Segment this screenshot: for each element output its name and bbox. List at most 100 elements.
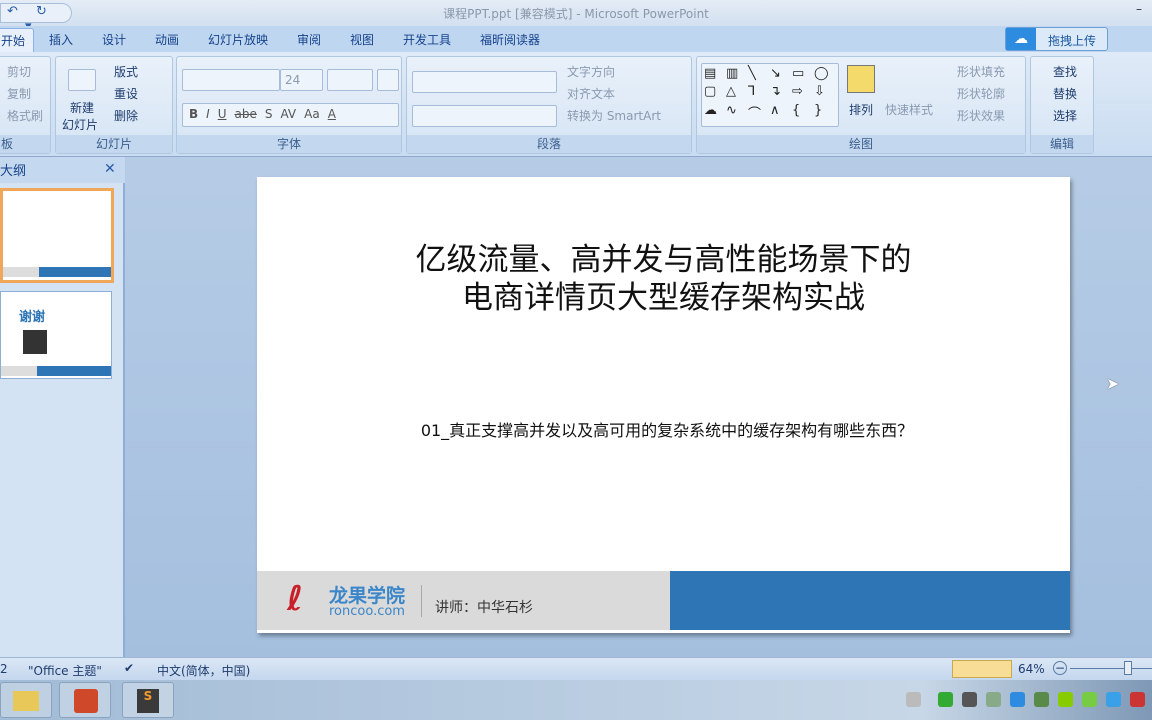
spacing-button[interactable]: AV xyxy=(280,107,296,123)
group-label: 段落 xyxy=(407,135,691,153)
spellcheck-icon[interactable]: ✔ xyxy=(124,661,134,675)
group-drawing: ▤ ▥ ╲ ↘ ▭ ◯ ▢ △ ⅂ ↴ ⇨ ⇩ ☁ ∿ ⌒ ∧{} 排列 快速样式 形状填充 形状轮廓 形状效… xyxy=(696,56,1026,154)
text-direction-button[interactable]: 文字方向 xyxy=(567,63,615,80)
taskbar-sublime[interactable]: S xyxy=(122,682,174,718)
zoom-slider-thumb[interactable] xyxy=(1123,661,1132,675)
tab-slideshow[interactable]: 幻灯片放映 xyxy=(208,31,268,48)
underline-button[interactable]: U xyxy=(218,107,227,123)
security-icon[interactable] xyxy=(986,692,1001,707)
shape-item[interactable]: ⌒ xyxy=(748,103,768,124)
slide-footer: ℓ 龙果学院 roncoo.com 讲师：中华石杉 xyxy=(257,571,670,630)
shape-item[interactable]: ↘ xyxy=(770,66,790,83)
shape-item[interactable]: ☁ xyxy=(704,103,724,124)
shape-item[interactable]: △ xyxy=(726,84,746,101)
close-panel-button[interactable]: ✕ xyxy=(104,161,116,177)
cut-button[interactable]: 剪切 xyxy=(7,63,31,80)
font-color-button[interactable]: A xyxy=(328,107,336,123)
tab-animation[interactable]: 动画 xyxy=(155,31,179,48)
select-button[interactable]: 选择 xyxy=(1053,107,1077,124)
tab-view[interactable]: 视图 xyxy=(350,31,374,48)
tab-review[interactable]: 审阅 xyxy=(297,31,321,48)
minimize-button[interactable]: – xyxy=(1136,2,1142,16)
slide-canvas[interactable]: 亿级流量、高并发与高性能场景下的 电商详情页大型缓存架构实战 01_真正支撑高并… xyxy=(257,177,1070,633)
mouse-cursor-icon: ➤ xyxy=(1106,374,1120,393)
shape-item[interactable]: ▭ xyxy=(792,66,812,83)
tab-insert[interactable]: 插入 xyxy=(49,31,73,48)
shapes-gallery[interactable]: ▤ ▥ ╲ ↘ ▭ ◯ ▢ △ ⅂ ↴ ⇨ ⇩ ☁ ∿ ⌒ ∧{} xyxy=(701,63,839,127)
shape-item[interactable]: ▤ xyxy=(704,66,724,83)
shape-item[interactable]: ▢ xyxy=(704,84,724,101)
shape-effects-button[interactable]: 形状效果 xyxy=(957,107,1005,124)
shield-icon[interactable] xyxy=(1082,692,1097,707)
shape-fill-button[interactable]: 形状填充 xyxy=(957,63,1005,80)
slide-thumbnail-1[interactable] xyxy=(0,188,114,283)
tab-home[interactable]: 开始 xyxy=(0,28,35,53)
find-button[interactable]: 查找 xyxy=(1053,63,1077,80)
copy-button[interactable]: 复制 xyxy=(7,85,31,102)
quick-styles-button[interactable]: 快速样式 xyxy=(885,101,933,118)
shape-item[interactable]: { xyxy=(792,103,812,124)
taskbar: S xyxy=(0,680,1152,720)
slide-subtitle[interactable]: 01_真正支撑高并发以及高可用的复杂系统中的缓存架构有哪些东西？ xyxy=(367,420,967,441)
shape-item[interactable]: ▥ xyxy=(726,66,746,83)
shape-item[interactable]: ∿ xyxy=(726,103,746,124)
font-name-select[interactable] xyxy=(182,69,280,91)
new-slide-button-label2[interactable]: 幻灯片 xyxy=(62,116,98,133)
shape-item[interactable]: ╲ xyxy=(748,66,768,83)
clear-format-button[interactable] xyxy=(377,69,399,91)
slide-thumbnail-2[interactable]: 谢谢 xyxy=(0,291,112,379)
layout-button[interactable]: 版式 xyxy=(114,63,138,80)
shape-item[interactable]: ◯ xyxy=(814,66,834,83)
zoom-slider[interactable] xyxy=(1070,668,1152,669)
replace-button[interactable]: 替换 xyxy=(1053,85,1077,102)
tray-plus-icon[interactable] xyxy=(1058,692,1073,707)
evernote-icon[interactable] xyxy=(1034,692,1049,707)
align-text-button[interactable]: 对齐文本 xyxy=(567,85,615,102)
change-case-button[interactable]: Aa xyxy=(304,107,320,123)
reset-button[interactable]: 重设 xyxy=(114,85,138,102)
list-indent-buttons[interactable] xyxy=(412,71,557,93)
delete-button[interactable]: 删除 xyxy=(114,107,138,124)
shape-item[interactable]: ⇨ xyxy=(792,84,812,101)
slide-title[interactable]: 亿级流量、高并发与高性能场景下的 电商详情页大型缓存架构实战 xyxy=(257,241,1070,317)
cloud-tray-icon[interactable] xyxy=(1010,692,1025,707)
language[interactable]: 中文(简体，中国) xyxy=(157,662,250,679)
font-size-select[interactable]: 24 xyxy=(280,69,323,91)
upload-button[interactable]: ☁ 拖拽上传 xyxy=(1005,27,1108,51)
shadow-button[interactable]: S xyxy=(265,107,273,123)
bold-button[interactable]: B xyxy=(189,107,198,123)
shape-item[interactable]: ↴ xyxy=(770,84,790,101)
zoom-out-button[interactable]: − xyxy=(1053,661,1067,675)
network-icon[interactable] xyxy=(962,692,977,707)
tray-icon[interactable] xyxy=(938,692,953,707)
tab-developer[interactable]: 开发工具 xyxy=(403,31,451,48)
tab-design[interactable]: 设计 xyxy=(102,31,126,48)
strikethrough-button[interactable]: abe xyxy=(235,107,257,123)
taskbar-powerpoint[interactable] xyxy=(59,682,111,718)
taskbar-explorer[interactable] xyxy=(0,682,52,718)
defender-icon[interactable] xyxy=(1106,692,1121,707)
new-slide-button[interactable]: 新建 xyxy=(70,99,94,116)
usb-icon[interactable] xyxy=(1130,692,1145,707)
tab-outline[interactable]: 大纲 xyxy=(0,160,26,179)
grow-shrink-font-buttons[interactable] xyxy=(327,69,373,91)
shape-item[interactable]: ⇩ xyxy=(814,84,834,101)
shape-item[interactable]: ∧ xyxy=(770,103,790,124)
italic-button[interactable]: I xyxy=(206,107,210,123)
arrange-button[interactable]: 排列 xyxy=(849,101,873,118)
tab-foxit[interactable]: 福昕阅读器 xyxy=(480,31,540,48)
font-format-buttons: B I U abe S AV Aa A xyxy=(182,103,399,127)
zoom-level[interactable]: 64% xyxy=(1018,662,1045,676)
alignment-buttons[interactable] xyxy=(412,105,557,127)
shape-item[interactable]: ⅂ xyxy=(748,84,768,101)
view-buttons[interactable] xyxy=(952,660,1012,678)
group-paragraph: 文字方向 对齐文本 转换为 SmartArt 段落 xyxy=(406,56,692,154)
title-bar: ↶ ↻ ▾ 课程PPT.ppt [兼容模式] - Microsoft Power… xyxy=(0,0,1152,34)
slide-number: 2 xyxy=(0,662,8,676)
divider xyxy=(421,585,422,617)
format-painter-button[interactable]: 格式刷 xyxy=(7,107,43,124)
keyboard-icon[interactable] xyxy=(906,692,921,707)
convert-smartart-button[interactable]: 转换为 SmartArt xyxy=(567,107,661,124)
shape-outline-button[interactable]: 形状轮廓 xyxy=(957,85,1005,102)
shape-item[interactable]: } xyxy=(814,103,834,124)
